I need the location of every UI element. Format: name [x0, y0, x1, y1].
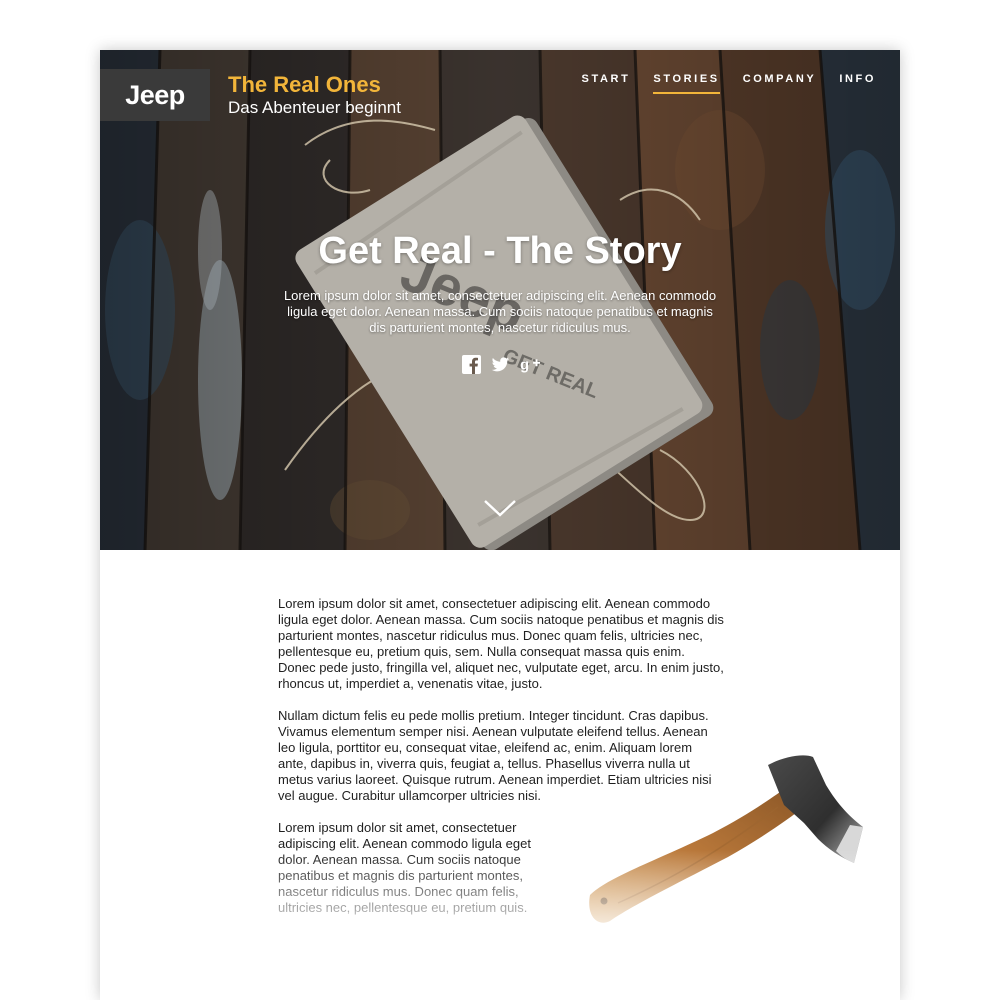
- logo-text: Jeep: [125, 79, 185, 110]
- nav-company[interactable]: COMPANY: [743, 73, 817, 94]
- main-nav: START STORIES COMPANY INFO: [582, 73, 876, 94]
- hero-text: Lorem ipsum dolor sit amet, consectetuer…: [283, 288, 717, 335]
- site-title: The Real Ones: [228, 72, 381, 97]
- chevron-down-icon[interactable]: [483, 498, 517, 518]
- page-card: Jeep GET REAL Jeep The Real Ones Das Abe…: [100, 50, 900, 1000]
- site-subtitle: Das Abenteuer beginnt: [228, 98, 401, 117]
- nav-start[interactable]: START: [582, 73, 631, 94]
- axe-image: [578, 745, 878, 935]
- article-paragraph-1: Lorem ipsum dolor sit amet, consectetuer…: [278, 596, 724, 691]
- facebook-icon[interactable]: [461, 355, 481, 374]
- social-links: g: [100, 355, 900, 374]
- svg-text:g: g: [520, 358, 529, 374]
- hero-title: Get Real - The Story: [318, 230, 682, 272]
- article-paragraph-3: Lorem ipsum dolor sit amet, consectetuer…: [278, 820, 531, 915]
- google-plus-icon[interactable]: g: [520, 355, 540, 374]
- nav-info[interactable]: INFO: [839, 73, 876, 94]
- hero-section: Jeep GET REAL Jeep The Real Ones Das Abe…: [100, 50, 900, 550]
- jeep-logo[interactable]: Jeep: [100, 69, 210, 121]
- twitter-icon[interactable]: [491, 355, 510, 374]
- nav-stories[interactable]: STORIES: [653, 73, 720, 94]
